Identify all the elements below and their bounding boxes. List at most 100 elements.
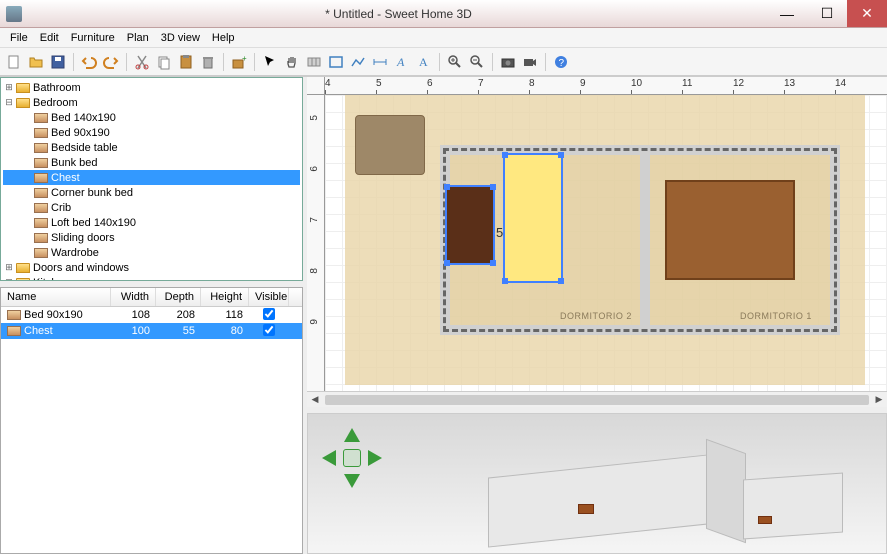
visible-checkbox[interactable] bbox=[263, 324, 275, 336]
menu-plan[interactable]: Plan bbox=[121, 30, 155, 46]
tree-item-label: Sliding doors bbox=[51, 232, 115, 244]
scroll-right-icon[interactable]: ▶ bbox=[871, 394, 887, 405]
window-buttons: — ☐ ✕ bbox=[767, 0, 887, 27]
menu-file[interactable]: File bbox=[4, 30, 34, 46]
tree-item-chest[interactable]: Chest bbox=[3, 170, 300, 185]
select-tool[interactable] bbox=[260, 52, 280, 72]
tree-item-label: Wardrobe bbox=[51, 247, 99, 259]
close-button[interactable]: ✕ bbox=[847, 0, 887, 27]
left-panel: ⊞Bathroom⊟BedroomBed 140x190Bed 90x190Be… bbox=[0, 77, 307, 554]
nav-right-icon[interactable] bbox=[368, 450, 382, 466]
tree-item-bunk-bed[interactable]: Bunk bed bbox=[3, 155, 300, 170]
nav-up-icon[interactable] bbox=[344, 428, 360, 442]
ruler-tick: 12 bbox=[733, 78, 744, 89]
furniture-row[interactable]: Bed 90x190108208118 bbox=[1, 307, 302, 323]
col-height-header[interactable]: Height bbox=[201, 288, 249, 306]
furniture-icon bbox=[33, 201, 49, 215]
text-tool-2[interactable]: A bbox=[414, 52, 434, 72]
inner-wall[interactable] bbox=[640, 155, 650, 325]
menu-3d-view[interactable]: 3D view bbox=[155, 30, 206, 46]
col-width-header[interactable]: Width bbox=[111, 288, 156, 306]
toolbar: + A A ? bbox=[0, 48, 887, 76]
tree-item-label: Bed 140x190 bbox=[51, 112, 116, 124]
undo-button[interactable] bbox=[79, 52, 99, 72]
tree-item-doors-and-windows[interactable]: ⊞Doors and windows bbox=[3, 260, 300, 275]
add-furniture-button[interactable]: + bbox=[229, 52, 249, 72]
tree-item-bedside-table[interactable]: Bedside table bbox=[3, 140, 300, 155]
room-walls[interactable]: 5.08 m² 5.14 m² DORMITORIO 2 DORMITORIO … bbox=[440, 145, 840, 335]
nav-down-icon[interactable] bbox=[344, 474, 360, 488]
furniture-icon bbox=[33, 216, 49, 230]
sofa-shape[interactable] bbox=[355, 115, 425, 175]
furniture-icon bbox=[33, 141, 49, 155]
furniture-row[interactable]: Chest1005580 bbox=[1, 323, 302, 339]
menu-edit[interactable]: Edit bbox=[34, 30, 65, 46]
zoom-out-button[interactable] bbox=[467, 52, 487, 72]
furniture-catalog-tree[interactable]: ⊞Bathroom⊟Bedroom Bed 140x190Bed 90x190Be… bbox=[0, 77, 303, 281]
video-button[interactable] bbox=[520, 52, 540, 72]
help-button[interactable]: ? bbox=[551, 52, 571, 72]
furniture-icon bbox=[33, 186, 49, 200]
selected-bed[interactable] bbox=[503, 153, 563, 283]
selected-chest[interactable] bbox=[445, 185, 495, 265]
ruler-tick: 11 bbox=[682, 78, 692, 89]
rug-shape[interactable] bbox=[665, 180, 795, 280]
expand-icon[interactable]: ⊞ bbox=[3, 82, 15, 93]
paste-button[interactable] bbox=[176, 52, 196, 72]
room1-name-label: DORMITORIO 2 bbox=[560, 311, 632, 321]
col-depth-header[interactable]: Depth bbox=[156, 288, 201, 306]
maximize-button[interactable]: ☐ bbox=[807, 0, 847, 27]
vertical-ruler: 56789 bbox=[307, 95, 325, 391]
svg-text:?: ? bbox=[559, 58, 565, 69]
tree-item-label: Chest bbox=[51, 172, 80, 184]
wall-tool[interactable] bbox=[304, 52, 324, 72]
col-name-header[interactable]: Name bbox=[1, 288, 111, 306]
dimension-tool[interactable] bbox=[370, 52, 390, 72]
copy-button[interactable] bbox=[154, 52, 174, 72]
scroll-thumb[interactable] bbox=[325, 395, 869, 405]
tree-item-crib[interactable]: Crib bbox=[3, 200, 300, 215]
menu-bar: FileEditFurniturePlan3D viewHelp bbox=[0, 28, 887, 48]
tree-item-sliding-doors[interactable]: Sliding doors bbox=[3, 230, 300, 245]
polyline-tool[interactable] bbox=[348, 52, 368, 72]
plan-canvas[interactable]: 5.08 m² 5.14 m² DORMITORIO 2 DORMITORIO … bbox=[325, 95, 887, 391]
nav-center[interactable] bbox=[343, 449, 361, 467]
content-area: ⊞Bathroom⊟BedroomBed 140x190Bed 90x190Be… bbox=[0, 76, 887, 554]
visible-checkbox[interactable] bbox=[263, 308, 275, 320]
scroll-left-icon[interactable]: ◀ bbox=[307, 394, 323, 405]
tree-item-corner-bunk-bed[interactable]: Corner bunk bed bbox=[3, 185, 300, 200]
expand-icon[interactable]: ⊟ bbox=[3, 97, 15, 108]
room-tool[interactable] bbox=[326, 52, 346, 72]
pan-tool[interactable] bbox=[282, 52, 302, 72]
menu-help[interactable]: Help bbox=[206, 30, 241, 46]
tree-item-bathroom[interactable]: ⊞Bathroom bbox=[3, 80, 300, 95]
open-button[interactable] bbox=[26, 52, 46, 72]
furniture-list-header[interactable]: Name Width Depth Height Visible bbox=[1, 288, 302, 307]
tree-item-bed-90-190[interactable]: Bed 90x190 bbox=[3, 125, 300, 140]
view-3d[interactable] bbox=[307, 413, 887, 554]
tree-item-loft-bed-140-190[interactable]: Loft bed 140x190 bbox=[3, 215, 300, 230]
tree-item-bedroom[interactable]: ⊟Bedroom bbox=[3, 95, 300, 110]
minimize-button[interactable]: — bbox=[767, 0, 807, 27]
horizontal-ruler: 4567891011121314 bbox=[307, 77, 887, 95]
text-tool[interactable]: A bbox=[392, 52, 412, 72]
photo-button[interactable] bbox=[498, 52, 518, 72]
tree-item-bed-140-190[interactable]: Bed 140x190 bbox=[3, 110, 300, 125]
new-button[interactable] bbox=[4, 52, 24, 72]
redo-button[interactable] bbox=[101, 52, 121, 72]
col-visible-header[interactable]: Visible bbox=[249, 288, 289, 306]
zoom-in-button[interactable] bbox=[445, 52, 465, 72]
folder-icon bbox=[15, 96, 31, 110]
tree-item-wardrobe[interactable]: Wardrobe bbox=[3, 245, 300, 260]
ruler-tick: 10 bbox=[631, 78, 642, 89]
cut-button[interactable] bbox=[132, 52, 152, 72]
furniture-icon bbox=[33, 246, 49, 260]
nav-left-icon[interactable] bbox=[322, 450, 336, 466]
menu-furniture[interactable]: Furniture bbox=[65, 30, 121, 46]
ruler-tick: 7 bbox=[309, 217, 320, 223]
save-button[interactable] bbox=[48, 52, 68, 72]
delete-button[interactable] bbox=[198, 52, 218, 72]
plan-h-scrollbar[interactable]: ◀ ▶ bbox=[307, 391, 887, 407]
furniture-list-body[interactable]: Bed 90x190108208118Chest1005580 bbox=[1, 307, 302, 553]
expand-icon[interactable]: ⊞ bbox=[3, 262, 15, 273]
